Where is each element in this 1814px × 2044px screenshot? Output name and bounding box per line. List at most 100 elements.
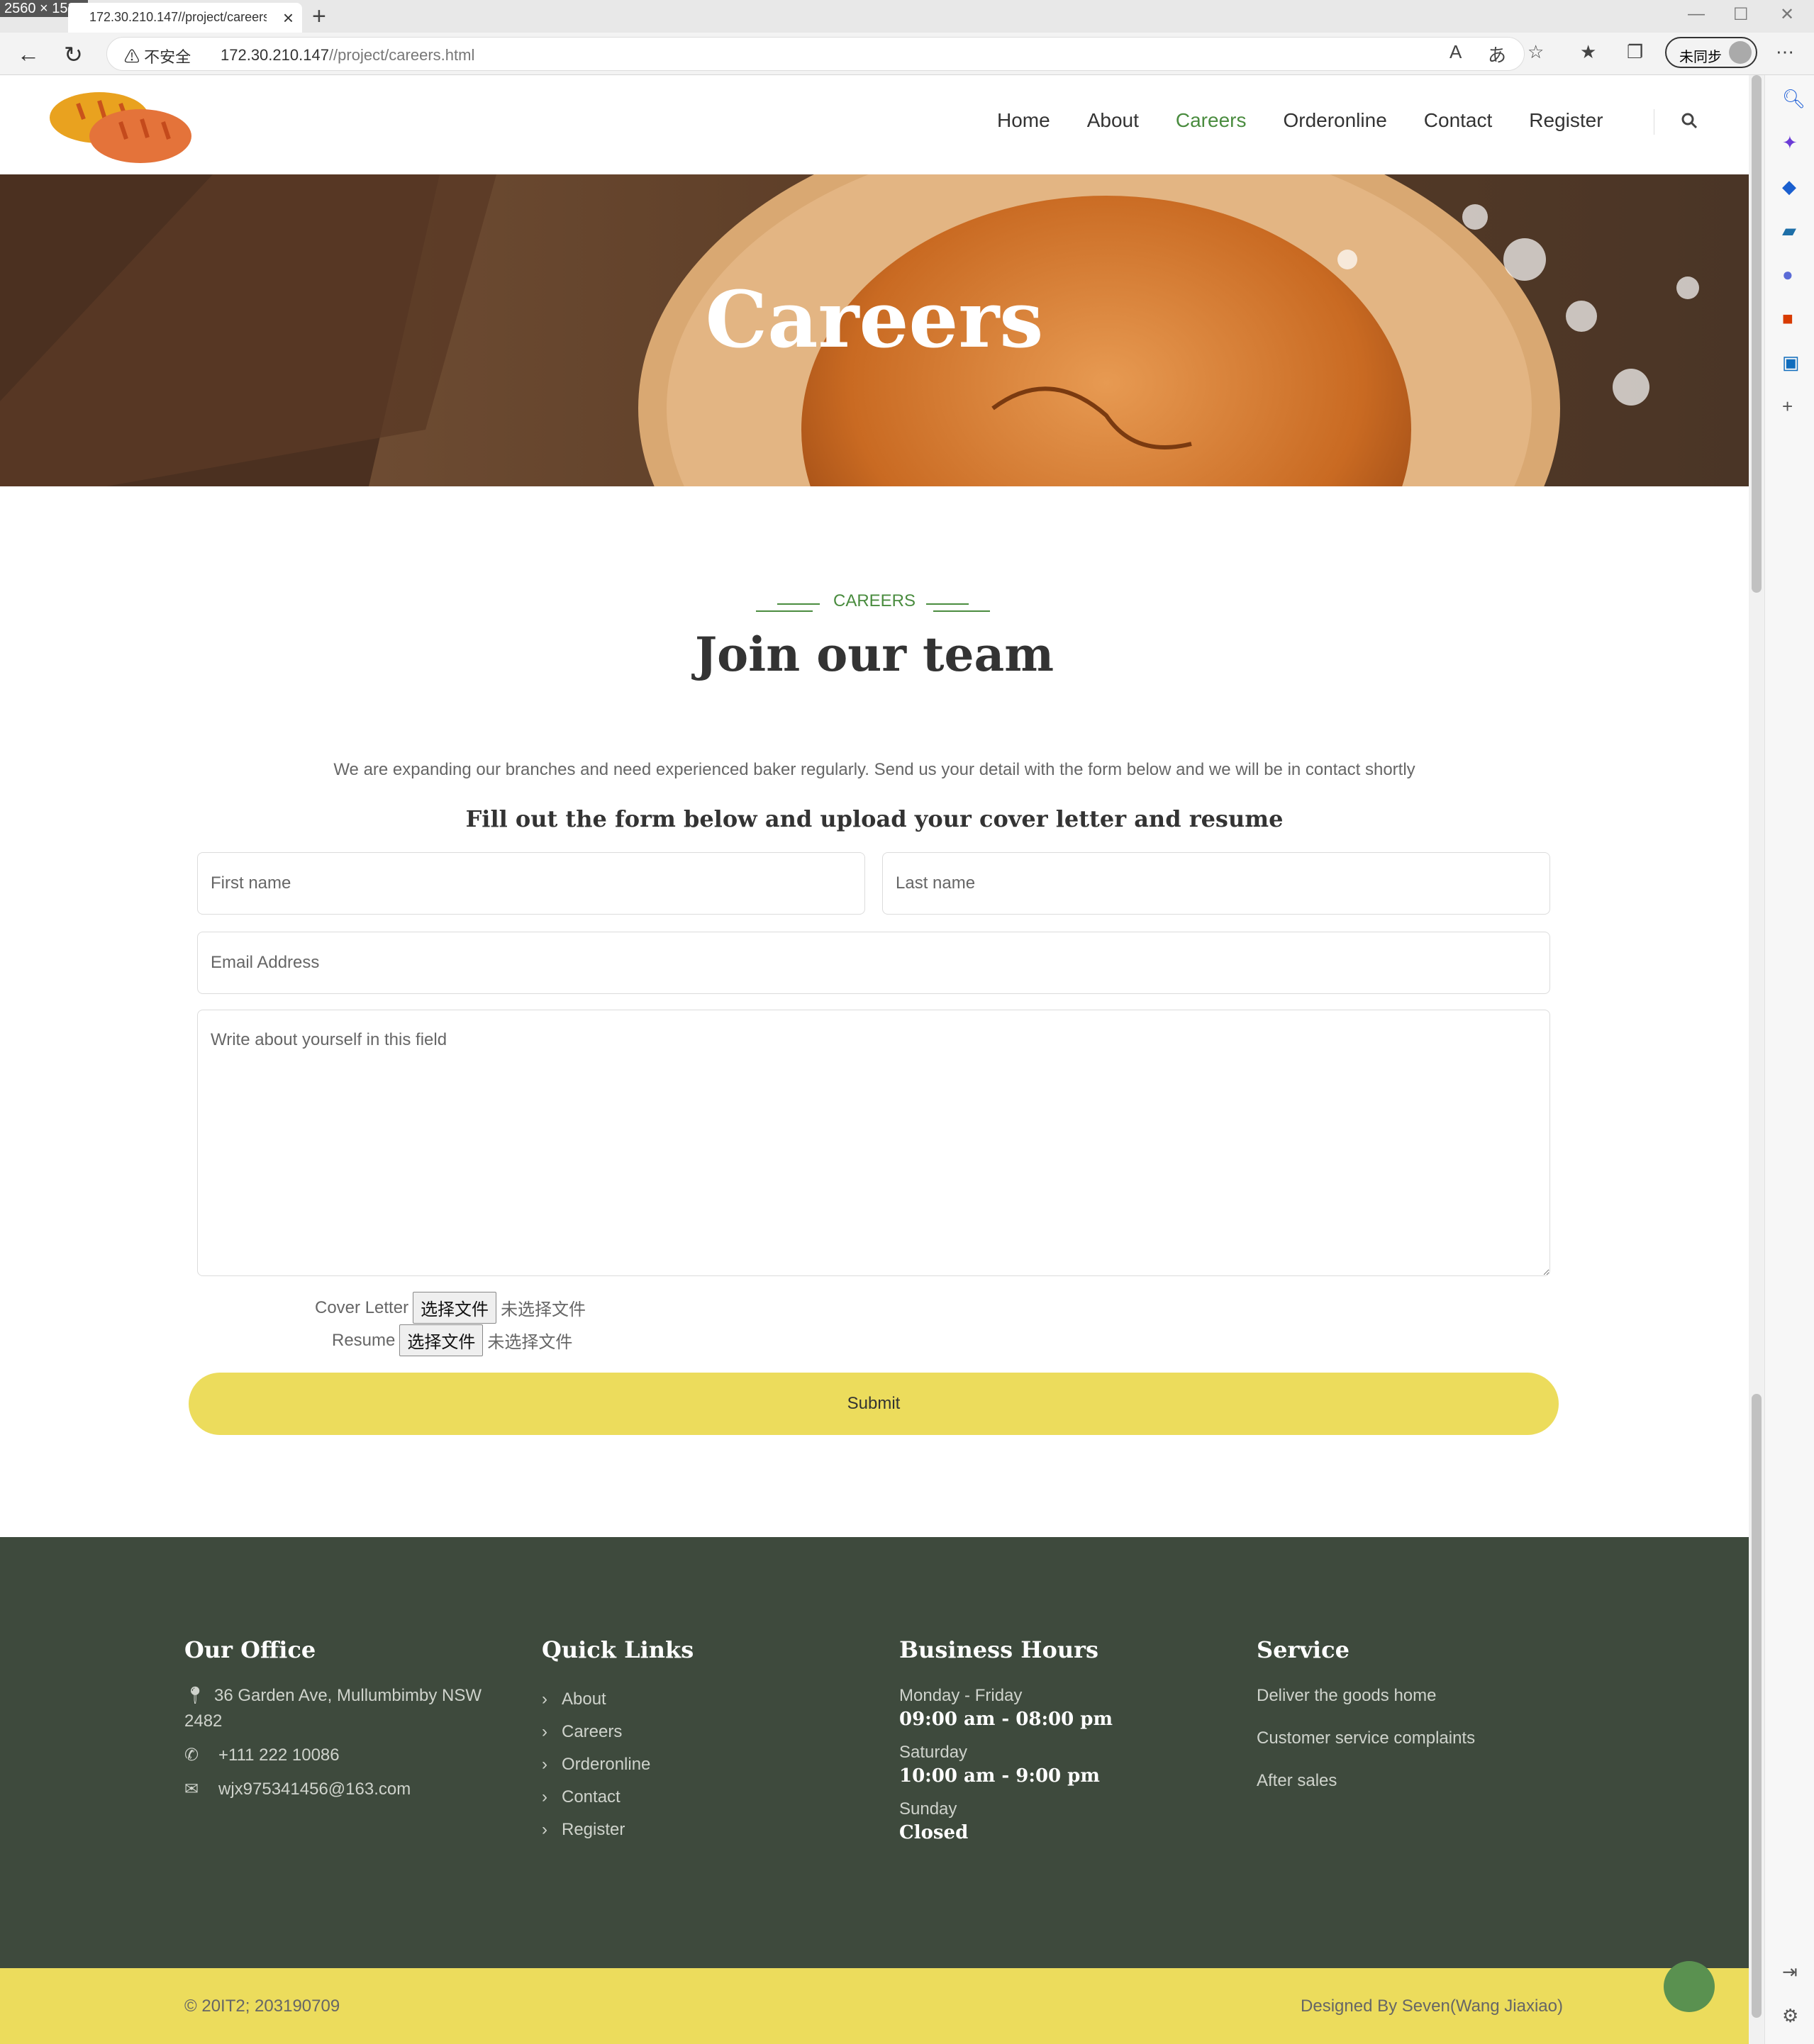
new-tab-icon[interactable]: + <box>312 3 326 30</box>
address-row: ← ↻ ⚠ 不安全 172.30.210.147//project/career… <box>0 33 1814 75</box>
cover-letter-choose-button[interactable]: 选择文件 <box>413 1292 497 1324</box>
office-phone-text: +111 222 10086 <box>218 1746 340 1765</box>
favorites-list-icon[interactable]: ★ <box>1580 41 1596 63</box>
edge-sidebar: 🔍︎ ✦ ◆ ▰ ● ■ ▣ + ⇥ ⚙ <box>1764 75 1814 2044</box>
url-bar[interactable]: ⚠ 不安全 172.30.210.147//project/careers.ht… <box>106 37 1525 71</box>
service-item[interactable]: After sales <box>1257 1768 1554 1794</box>
hero-title: Careers <box>705 274 1044 365</box>
quick-links-title: Quick Links <box>542 1636 694 1663</box>
footer-link-label: Orderonline <box>562 1755 651 1774</box>
office-email-text: wjx975341456@163.com <box>218 1780 411 1799</box>
footer-link-orderonline[interactable]: › Orderonline <box>542 1748 825 1781</box>
collections-icon[interactable]: ❐ <box>1627 41 1643 63</box>
outlook-icon[interactable]: ▣ <box>1782 352 1800 374</box>
shopping-icon[interactable]: ◆ <box>1782 176 1796 198</box>
page: Home About Careers Orderonline Contact R… <box>0 75 1749 2044</box>
settings-icon[interactable]: ⚙ <box>1782 2005 1798 2027</box>
profile-button[interactable]: 未同步 <box>1665 37 1757 68</box>
nav-contact[interactable]: Contact <box>1406 109 1511 132</box>
chevron-right-icon: › <box>542 1787 547 1806</box>
tab-title: 172.30.210.147//project/careers.h <box>89 10 267 24</box>
scroll-thumb[interactable] <box>1752 75 1762 593</box>
intro-text: We are expanding our branches and need e… <box>333 760 1415 779</box>
nav-careers[interactable]: Careers <box>1157 109 1265 132</box>
site-header: Home About Careers Orderonline Contact R… <box>0 75 1749 174</box>
read-aloud-icon[interactable]: A <box>1449 41 1462 63</box>
nav-orderonline[interactable]: Orderonline <box>1264 109 1405 132</box>
url-path: //project/careers.html <box>328 46 475 64</box>
cover-letter-status: 未选择文件 <box>501 1300 586 1319</box>
cover-letter-label: Cover Letter <box>315 1297 409 1317</box>
back-icon[interactable]: ← <box>17 41 40 67</box>
minimize-icon[interactable]: — <box>1688 4 1705 24</box>
footer-quick-links: Quick Links › About › Careers › Orderonline… <box>542 1636 825 1846</box>
reload-icon[interactable]: ↻ <box>64 41 83 68</box>
designed-by-text: Designed By Seven(Wang Jiaxiao) <box>1301 1996 1563 2016</box>
chevron-right-icon: › <box>542 1690 547 1709</box>
favorite-icon[interactable]: ☆ <box>1528 41 1544 63</box>
resume-row: Resume 选择文件 未选择文件 <box>332 1324 572 1356</box>
footer-link-contact[interactable]: › Contact <box>542 1781 825 1814</box>
chevron-right-icon: › <box>542 1820 547 1839</box>
footer-link-register[interactable]: › Register <box>542 1814 825 1846</box>
office-phone: ✆ +111 222 10086 <box>184 1743 482 1768</box>
games-icon[interactable]: ● <box>1782 264 1793 286</box>
office-address: 📍︎ 36 Garden Ave, Mullumbimby NSW 2482 <box>184 1683 482 1734</box>
footer-link-label: About <box>562 1690 606 1709</box>
form-title: Fill out the form below and upload your … <box>465 805 1284 832</box>
tools-icon[interactable]: ▰ <box>1782 220 1796 242</box>
weekday-label: Monday - Friday <box>899 1686 1023 1705</box>
office-icon[interactable]: ■ <box>1782 308 1793 330</box>
last-name-input[interactable] <box>882 852 1550 915</box>
copilot-icon[interactable]: ✦ <box>1782 132 1798 154</box>
footer-link-careers[interactable]: › Careers <box>542 1716 825 1748</box>
cover-letter-row: Cover Letter 选择文件 未选择文件 <box>315 1292 586 1324</box>
url-text[interactable]: 172.30.210.147//project/careers.html <box>221 46 474 65</box>
bread-logo-icon[interactable] <box>50 89 191 167</box>
url-host: 172.30.210.147 <box>221 46 329 64</box>
section-title: Join our team <box>694 627 1055 682</box>
office-address-text: 36 Garden Ave, Mullumbimby NSW 2482 <box>184 1686 482 1731</box>
first-name-input[interactable] <box>197 852 865 915</box>
service-item[interactable]: Customer service complaints <box>1257 1726 1554 1751</box>
site-footer: Our Office 📍︎ 36 Garden Ave, Mullumbimby … <box>0 1537 1749 1968</box>
about-textarea[interactable] <box>197 1010 1550 1276</box>
footer-link-about[interactable]: › About <box>542 1683 825 1716</box>
add-sidebar-icon[interactable]: + <box>1782 396 1793 418</box>
scroll-thumb-lower[interactable] <box>1752 1394 1762 2018</box>
footer-service: Service Deliver the goods home Customer … <box>1257 1636 1554 1794</box>
translate-icon[interactable]: あ <box>1488 41 1506 67</box>
email-input[interactable] <box>197 932 1550 994</box>
hours-title: Business Hours <box>899 1636 1098 1663</box>
search-icon[interactable] <box>1681 112 1698 134</box>
sidebar-collapse-icon[interactable]: ⇥ <box>1782 1961 1798 1983</box>
more-menu-icon[interactable]: ⋯ <box>1776 41 1794 63</box>
avatar <box>1729 41 1752 64</box>
resume-status: 未选择文件 <box>487 1333 573 1352</box>
chevron-right-icon: › <box>542 1755 547 1774</box>
resume-choose-button[interactable]: 选择文件 <box>399 1324 484 1356</box>
window-close-icon[interactable]: ✕ <box>1780 4 1794 25</box>
footer-link-label: Careers <box>562 1722 623 1741</box>
tab-bar: 2560 × 1530 172.30.210.147//project/care… <box>0 0 1814 33</box>
footer-link-label: Register <box>562 1820 625 1839</box>
submit-button[interactable]: Submit <box>189 1373 1559 1435</box>
main-nav: Home About Careers Orderonline Contact R… <box>979 109 1622 132</box>
page-scrollbar[interactable] <box>1749 75 1764 2044</box>
tag-line-right <box>926 603 990 612</box>
maximize-icon[interactable]: ☐ <box>1733 4 1749 25</box>
active-tab[interactable]: 172.30.210.147//project/careers.h × <box>68 3 302 33</box>
service-item[interactable]: Deliver the goods home <box>1257 1683 1554 1709</box>
tab-close-icon[interactable]: × <box>283 7 294 29</box>
security-warning-icon[interactable]: ⚠ 不安全 <box>124 45 191 67</box>
nav-register[interactable]: Register <box>1510 109 1621 132</box>
section-tag: CAREERS <box>833 591 916 610</box>
envelope-icon: ✉ <box>184 1780 199 1799</box>
nav-home[interactable]: Home <box>979 109 1069 132</box>
search-sidebar-icon[interactable]: 🔍︎ <box>1782 88 1805 110</box>
nav-about[interactable]: About <box>1069 109 1157 132</box>
resume-label: Resume <box>332 1330 396 1350</box>
back-to-top-button[interactable] <box>1664 1961 1715 2012</box>
footer-business-hours: Business Hours Monday - Friday 09:00 am … <box>899 1636 1197 1853</box>
browser-chrome: 2560 × 1530 172.30.210.147//project/care… <box>0 0 1814 75</box>
